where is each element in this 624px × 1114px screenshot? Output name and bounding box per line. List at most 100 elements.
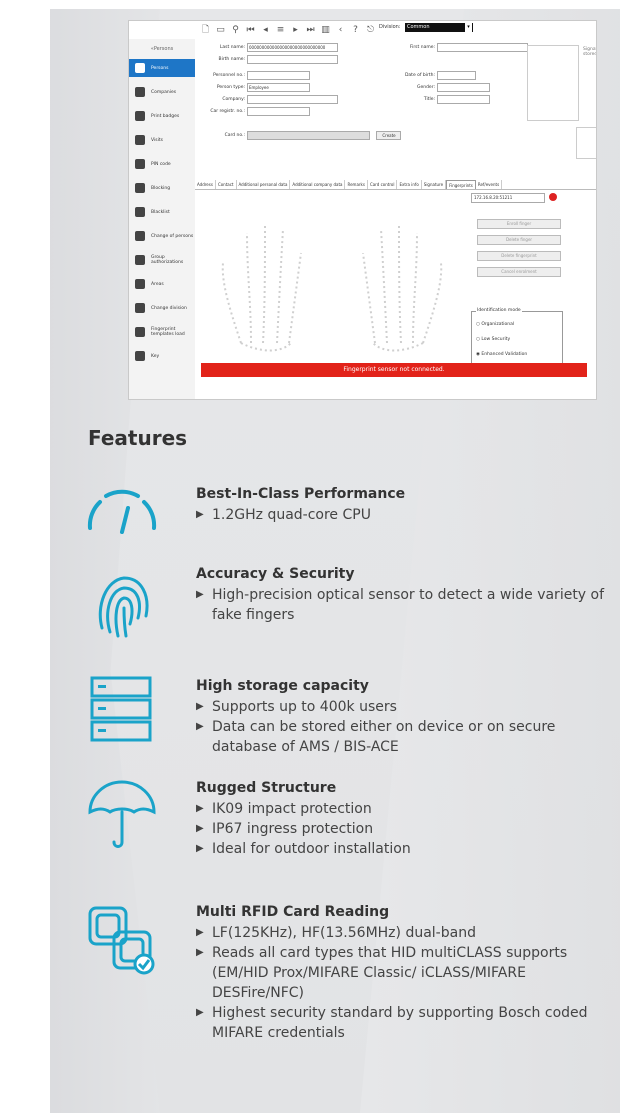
division-label: Division:	[379, 24, 401, 30]
cancel-enrolment-button[interactable]: Cancel enrolment	[477, 267, 561, 277]
gender-select[interactable]	[437, 83, 490, 92]
radio-organizational[interactable]: ○ Organizational	[476, 322, 562, 327]
person-form: Last name: 000000000000000000000000000000…	[195, 39, 596, 179]
back-icon[interactable]: ‹	[336, 25, 345, 35]
car-reg-label: Car registr. no.:	[210, 109, 245, 114]
identification-mode-title: Identification mode	[476, 308, 522, 313]
feature-heading: Best-In-Class Performance	[196, 486, 406, 502]
division-select[interactable]: Common	[405, 23, 473, 32]
feature-heading: Multi RFID Card Reading	[196, 904, 390, 920]
last-name-label: Last name:	[219, 45, 245, 50]
radio-low-security[interactable]: ○ Low Security	[476, 337, 562, 342]
company-select[interactable]	[247, 95, 338, 104]
fingerprint-load-icon	[135, 327, 145, 337]
feature-bullet: IP67 ingress protection	[196, 819, 616, 839]
tab-additional-company[interactable]: Additional company data	[290, 180, 346, 189]
company-label: Company:	[222, 97, 245, 102]
search-icon[interactable]: ⚲	[231, 25, 240, 35]
sidebar-item-visits[interactable]: Visits	[129, 131, 195, 149]
swap-icon	[135, 303, 145, 313]
doc-icon[interactable]: 🗋	[201, 25, 210, 35]
feature-bullet: Highest security standard by supporting …	[196, 1003, 616, 1043]
sidebar-item-group-auth[interactable]: Group authorizations	[129, 251, 195, 269]
first-name-field[interactable]	[437, 43, 528, 52]
sidebar-item-fingerprint-load[interactable]: Fingerprint templates load	[129, 323, 195, 341]
first-name-label: First name:	[409, 45, 435, 50]
umbrella-icon	[88, 780, 156, 848]
sidebar-item-companies[interactable]: Companies	[129, 83, 195, 101]
feature-bullet: Data can be stored either on device or o…	[196, 717, 616, 757]
person-type-select[interactable]: Employee	[247, 83, 310, 92]
tab-signature[interactable]: Signature	[422, 180, 447, 189]
birth-name-field[interactable]	[247, 55, 338, 64]
feature-bullet: IK09 impact protection	[196, 799, 616, 819]
error-bar: Fingerprint sensor not connected.	[201, 363, 587, 377]
left-hand-outline	[221, 222, 302, 352]
gender-label: Gender:	[416, 85, 435, 90]
device-select[interactable]: 172.16.8.20:51211	[471, 193, 545, 203]
create-button[interactable]: Create	[376, 131, 401, 140]
sidebar-item-blacklist[interactable]: Blacklist	[129, 203, 195, 221]
rfid-card-icon	[88, 906, 155, 975]
tab-additional-personal[interactable]: Additional personal data	[237, 180, 291, 189]
grid-icon[interactable]: ▥	[321, 25, 330, 35]
date-of-birth-label: Date of birth:	[404, 73, 435, 78]
tab-card-control[interactable]: Card control	[368, 180, 398, 189]
sidebar-header[interactable]: «Persons	[129, 39, 195, 59]
signature-checkbox[interactable]: Signature stored	[583, 47, 596, 57]
fingerprint-icon	[98, 576, 149, 638]
fingerprint-controls: 172.16.8.20:51211 Enroll finger Delete f…	[471, 193, 591, 369]
list-icon	[135, 207, 145, 217]
first-icon[interactable]: ⏮	[246, 25, 255, 35]
device-status-icon[interactable]	[549, 193, 557, 201]
tab-extra-info[interactable]: Extra info	[397, 180, 422, 189]
sidebar-item-pin-code[interactable]: PIN code	[129, 155, 195, 173]
feature-bullet: Ideal for outdoor installation	[196, 839, 616, 859]
visitor-icon	[135, 135, 145, 145]
tab-contact[interactable]: Contact	[216, 180, 237, 189]
tab-remarks[interactable]: Remarks	[345, 180, 368, 189]
server-icon	[90, 676, 152, 742]
last-icon[interactable]: ⏭	[306, 25, 315, 35]
signature-box	[576, 127, 596, 159]
tab-address[interactable]: Address	[195, 180, 216, 189]
feature-heading: High storage capacity	[196, 678, 369, 694]
title-field[interactable]	[437, 95, 490, 104]
hands-diagram	[221, 222, 443, 352]
sidebar-item-change-division[interactable]: Change division	[129, 299, 195, 317]
prev-icon[interactable]: ◂	[261, 25, 270, 35]
group-key-icon	[135, 255, 145, 265]
birth-name-label: Birth name:	[218, 57, 245, 62]
tab-ref-events[interactable]: Ref/events	[476, 180, 503, 189]
date-of-birth-field[interactable]	[437, 71, 476, 80]
next-icon[interactable]: ▸	[291, 25, 300, 35]
sidebar-item-areas[interactable]: Areas	[129, 275, 195, 293]
feature-bullet: Supports up to 400k users	[196, 697, 616, 717]
software-screenshot: 🗋 ▭ ⚲ ⏮ ◂ ≡ ▸ ⏭ ▥ ‹ ? ⎋ Division: Common…	[128, 20, 597, 400]
personnel-no-field[interactable]	[247, 71, 310, 80]
help-icon[interactable]: ?	[351, 25, 360, 35]
title-label: Title:	[423, 97, 435, 102]
sidebar-item-change-persons[interactable]: Change of persons	[129, 227, 195, 245]
sidebar-item-persons[interactable]: Persons	[129, 59, 195, 77]
list-icon[interactable]: ≡	[276, 25, 285, 35]
features-title: Features	[88, 426, 188, 450]
delete-finger-button[interactable]: Delete finger	[477, 235, 561, 245]
card-no-field[interactable]	[247, 131, 370, 140]
feature-heading: Rugged Structure	[196, 780, 337, 796]
exit-icon[interactable]: ⎋	[366, 25, 375, 35]
block-icon	[135, 183, 145, 193]
car-reg-field[interactable]	[247, 107, 310, 116]
last-name-field[interactable]: 000000000000000000000000000000	[247, 43, 338, 52]
pin-icon	[135, 159, 145, 169]
save-icon[interactable]: ▭	[216, 25, 225, 35]
tab-fingerprints[interactable]: Fingerprints	[446, 180, 476, 189]
sidebar-item-print-badges[interactable]: Print badges	[129, 107, 195, 125]
enroll-finger-button[interactable]: Enroll finger	[477, 219, 561, 229]
delete-fingerprint-button[interactable]: Delete fingerprint	[477, 251, 561, 261]
sidebar-item-blocking[interactable]: Blocking	[129, 179, 195, 197]
sidebar-item-key[interactable]: Key	[129, 347, 195, 365]
personnel-no-label: Personnel no.:	[213, 73, 245, 78]
radio-enhanced-validation[interactable]: ◉ Enhanced Validation	[476, 352, 562, 357]
feature-bullet: High-precision optical sensor to detect …	[196, 585, 616, 625]
